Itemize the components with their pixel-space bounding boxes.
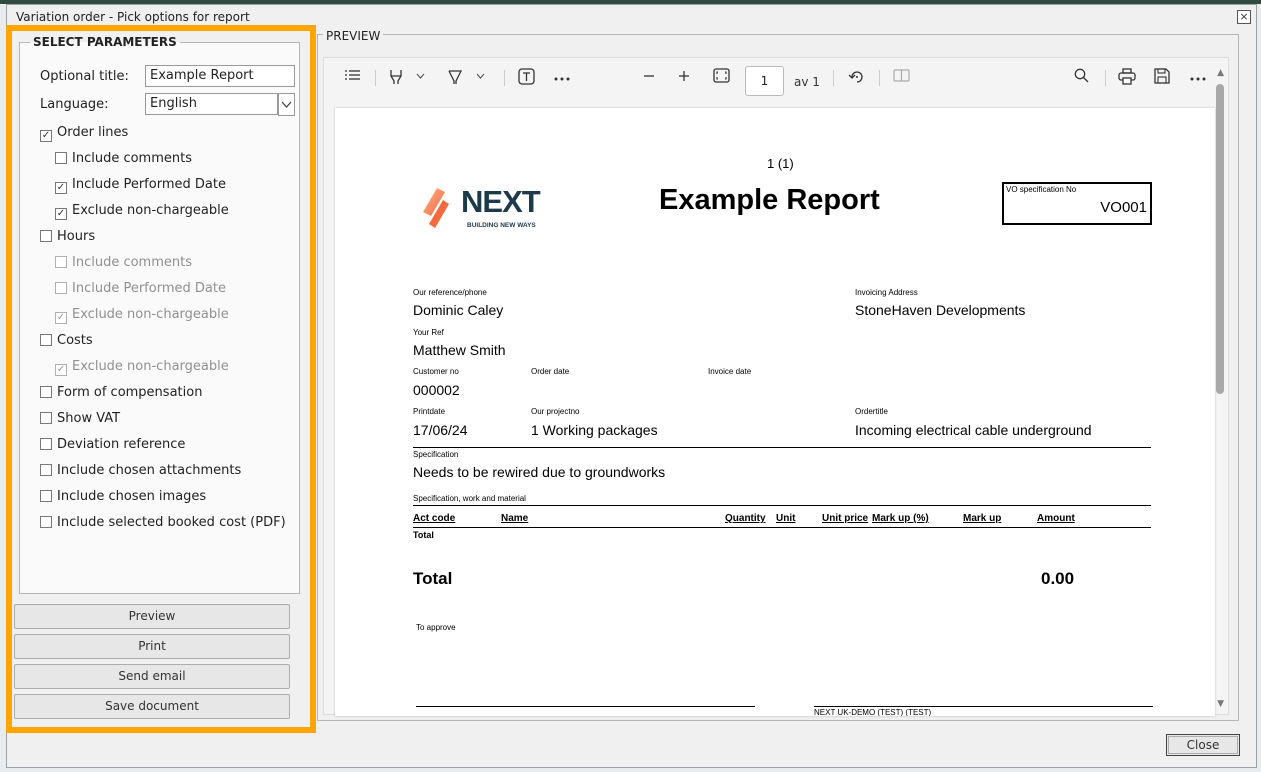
our-ref-value: Dominic Caley [413, 302, 504, 318]
specification-label: Specification [413, 450, 459, 459]
invoicing-address-value: StoneHaven Developments [855, 302, 1026, 318]
spec-work-label: Specification, work and material [413, 494, 526, 503]
toolbar-separator [1105, 70, 1106, 86]
logo-text: NEXT [461, 184, 541, 219]
pdf-viewer: 1 av 1 1 (1) NEXT BUILDING NEW WAYS Exam… [323, 57, 1229, 716]
order-date-label: Order date [531, 367, 570, 376]
col-unit: Unit [776, 513, 796, 524]
close-button[interactable]: Close [1166, 734, 1240, 756]
vo-spec-value: VO001 [1100, 199, 1147, 216]
divider [413, 505, 1151, 506]
save-icon[interactable] [1154, 68, 1170, 86]
preview-legend: PREVIEW [323, 29, 384, 43]
more-options-icon[interactable] [1190, 68, 1206, 86]
col-mark-up: Mark up [963, 513, 1002, 524]
close-icon[interactable]: × [1237, 10, 1251, 24]
report-title: Example Report [659, 184, 880, 216]
print-icon[interactable] [1118, 68, 1136, 86]
vo-spec-label: VO specification No [1006, 185, 1077, 194]
scroll-up-icon[interactable]: ▲ [1217, 68, 1224, 78]
zoom-in-icon[interactable] [678, 68, 690, 86]
printdate-value: 17/06/24 [413, 422, 468, 438]
text-icon[interactable] [518, 68, 535, 86]
col-mark-up-pct: Mark up (%) [872, 513, 929, 524]
total-label: Total [413, 569, 453, 588]
signature-line [416, 706, 755, 707]
divider [413, 447, 1151, 448]
toolbar-separator [833, 70, 834, 86]
approve-label: To approve [416, 623, 456, 632]
footer-company: NEXT UK-DEMO (TEST) (TEST) [814, 708, 932, 716]
two-page-view-icon[interactable] [893, 68, 910, 86]
pdf-toolbar: 1 av 1 [324, 58, 1228, 96]
zoom-out-icon[interactable] [643, 68, 655, 86]
more-tools-icon[interactable] [554, 68, 570, 86]
company-logo: NEXT BUILDING NEW WAYS [419, 184, 569, 230]
invoice-date-label: Invoice date [708, 367, 752, 376]
signature-line [814, 706, 1153, 707]
scrollbar-thumb[interactable] [1216, 84, 1224, 394]
chevron-down-icon[interactable] [416, 68, 425, 86]
our-ref-label: Our reference/phone [413, 288, 487, 297]
col-act-code: Act code [413, 513, 456, 524]
page-indicator: 1 (1) [767, 156, 794, 171]
divider [413, 527, 1151, 528]
ordertitle-label: Ordertitle [855, 407, 888, 416]
report-page: 1 (1) NEXT BUILDING NEW WAYS Example Rep… [335, 108, 1215, 716]
specification-value: Needs to be rewired due to groundworks [413, 464, 666, 480]
projectno-label: Our projectno [531, 407, 580, 416]
total-value: 0.00 [1041, 569, 1075, 588]
printdate-label: Printdate [413, 407, 446, 416]
invoicing-address-label: Invoicing Address [855, 288, 918, 297]
ordertitle-value: Incoming electrical cable underground [855, 422, 1092, 438]
highlight-frame [6, 25, 316, 733]
your-ref-value: Matthew Smith [413, 342, 506, 358]
chevron-down-icon[interactable] [476, 68, 485, 86]
col-quantity: Quantity [725, 513, 766, 524]
highlight-icon[interactable] [388, 68, 404, 86]
customer-no-value: 000002 [413, 382, 460, 398]
logo-tagline: BUILDING NEW WAYS [467, 222, 536, 229]
contents-icon[interactable] [344, 68, 361, 86]
subtotal-label: Total [413, 530, 434, 540]
vo-spec-box: VO specification No VO001 [1002, 182, 1152, 225]
page-number-input[interactable]: 1 [745, 66, 784, 96]
page-count: av 1 [794, 75, 820, 89]
rotate-icon[interactable] [848, 68, 866, 86]
customer-no-label: Customer no [413, 367, 459, 376]
toolbar-separator [375, 70, 376, 86]
toolbar-separator [504, 70, 505, 86]
draw-icon[interactable] [447, 68, 463, 86]
search-icon[interactable] [1074, 68, 1089, 86]
col-name: Name [501, 513, 529, 524]
col-unit-price: Unit price [822, 513, 869, 524]
your-ref-label: Your Ref [413, 328, 444, 337]
fit-page-icon[interactable] [713, 68, 730, 86]
window-title: Variation order - Pick options for repor… [16, 10, 250, 24]
scroll-down-icon[interactable]: ▼ [1217, 699, 1224, 709]
col-amount: Amount [1037, 513, 1075, 524]
toolbar-separator [879, 70, 880, 86]
projectno-value: 1 Working packages [531, 422, 658, 438]
